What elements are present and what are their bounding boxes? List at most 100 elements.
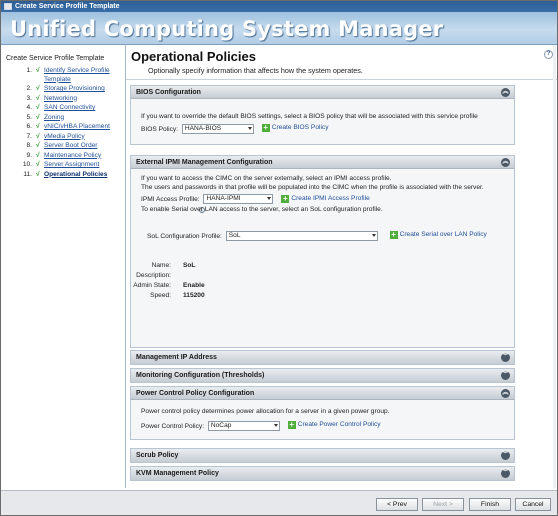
add-icon: + bbox=[261, 123, 270, 133]
step-number: 11. bbox=[23, 170, 32, 178]
bios-policy-row: BIOS Policy: HANA-BIOS + Create BIOS Poli… bbox=[141, 123, 504, 135]
step-number: 7. bbox=[26, 132, 33, 140]
step-link[interactable]: vNIC/vHBA Placement bbox=[44, 123, 110, 130]
bios-description: If you want to override the default BIOS… bbox=[141, 113, 478, 120]
power-policy-label: Power Control Policy: bbox=[141, 422, 205, 430]
power-control-panel-body: Power control policy determines power al… bbox=[131, 400, 514, 439]
step-link[interactable]: Operational Policies bbox=[44, 171, 107, 178]
step-link[interactable]: Zoning bbox=[44, 114, 64, 121]
wizard-step-placement[interactable]: 6. √ vNIC/vHBA Placement bbox=[6, 123, 125, 132]
help-icon[interactable]: ? bbox=[544, 50, 553, 59]
power-policy-select[interactable]: NoCap bbox=[207, 420, 280, 431]
page-subtitle: Optionally specify information that affe… bbox=[148, 66, 363, 75]
ipmi-description-2: The users and passwords in that profile … bbox=[141, 183, 484, 191]
ipmi-panel: External IPMI Management Configuration ︽… bbox=[130, 155, 515, 348]
create-bios-policy-link[interactable]: + Create BIOS Policy bbox=[261, 123, 329, 133]
prev-button[interactable]: < Prev bbox=[376, 498, 418, 511]
wizard-step-operational-policies[interactable]: 11. √ Operational Policies bbox=[6, 171, 125, 180]
dropdown-arrow-icon bbox=[267, 197, 272, 201]
expand-icon[interactable]: ︾ bbox=[501, 371, 510, 380]
ipmi-profile-select[interactable]: HANA-IPMI bbox=[203, 194, 274, 205]
power-policy-row: Power Control Policy: NoCap + Create Powe… bbox=[141, 420, 504, 432]
create-power-policy-link[interactable]: + Create Power Control Policy bbox=[287, 421, 381, 430]
window-title: Create Service Profile Template bbox=[15, 3, 120, 10]
app-title: Unified Computing System Manager bbox=[10, 17, 444, 41]
bios-policy-value: HANA-BIOS bbox=[184, 124, 222, 132]
step-link[interactable]: SAN Connectivity bbox=[44, 104, 95, 111]
create-sol-policy-link[interactable]: + Create Serial over LAN Policy bbox=[389, 231, 487, 240]
wizard-step-zoning[interactable]: 5. √ Zoning bbox=[6, 114, 125, 123]
management-ip-panel: Management IP Address ︾ bbox=[130, 350, 515, 365]
wizard-step-san[interactable]: 4. √ SAN Connectivity bbox=[6, 104, 125, 113]
bios-policy-label: BIOS Policy: bbox=[141, 125, 179, 133]
step-link[interactable]: Maintenance Policy bbox=[44, 152, 101, 159]
wizard-step-maintenance[interactable]: 9. √ Maintenance Policy bbox=[6, 152, 125, 161]
expand-icon[interactable]: ︾ bbox=[501, 469, 510, 478]
check-icon: √ bbox=[36, 151, 40, 159]
collapse-icon[interactable]: ︽ bbox=[501, 389, 510, 398]
ipmi-profile-row: IPMI Access Profile: HANA-IPMI + Create I… bbox=[141, 194, 504, 205]
next-button[interactable]: Next > bbox=[422, 498, 464, 511]
sol-profile-value: SoL bbox=[228, 231, 241, 239]
wizard-step-storage[interactable]: 2. √ Storage Provisioning bbox=[6, 85, 125, 94]
kvm-policy-panel-header[interactable]: KVM Management Policy ︾ bbox=[131, 467, 514, 480]
wizard-step-server-assignment[interactable]: 10. √ Server Assignment bbox=[6, 161, 125, 170]
bios-policy-select[interactable]: HANA-BIOS bbox=[181, 123, 254, 134]
create-ipmi-profile-link[interactable]: + Create IPMI Access Profile bbox=[281, 194, 370, 204]
step-link[interactable]: vMedia Policy bbox=[44, 133, 85, 140]
panel-title: KVM Management Policy bbox=[136, 470, 219, 477]
scrub-policy-panel-header[interactable]: Scrub Policy ︾ bbox=[131, 449, 514, 462]
step-number: 8. bbox=[26, 142, 33, 149]
sol-profile-select[interactable]: SoL bbox=[225, 230, 378, 241]
expand-icon[interactable]: ︾ bbox=[501, 353, 510, 362]
sol-name-value: SoL bbox=[183, 261, 196, 269]
power-control-panel: Power Control Policy Configuration ︽ Pow… bbox=[130, 386, 515, 440]
finish-button[interactable]: Finish bbox=[469, 498, 511, 511]
collapse-icon[interactable]: ︽ bbox=[501, 158, 510, 167]
check-icon: √ bbox=[36, 170, 40, 178]
expand-icon[interactable]: ︾ bbox=[501, 451, 510, 460]
step-link[interactable]: Server Boot Order bbox=[44, 142, 98, 149]
management-ip-panel-header[interactable]: Management IP Address ︾ bbox=[131, 351, 514, 364]
sol-admin-state-label: Admin State: bbox=[133, 281, 171, 289]
step-link[interactable]: Server Assignment bbox=[44, 161, 99, 168]
step-link[interactable]: Networking bbox=[44, 95, 77, 102]
monitoring-panel-header[interactable]: Monitoring Configuration (Thresholds) ︾ bbox=[131, 369, 514, 382]
wizard-footer: < Prev Next > Finish Cancel bbox=[1, 490, 557, 515]
dialog-window: Create Service Profile Template Unified … bbox=[0, 0, 558, 516]
wizard-step-networking[interactable]: 3. √ Networking bbox=[6, 95, 125, 104]
create-bios-policy-label: Create BIOS Policy bbox=[271, 124, 329, 132]
step-number: 9. bbox=[26, 151, 33, 159]
cancel-button[interactable]: Cancel bbox=[515, 498, 551, 511]
bios-panel-header[interactable]: BIOS Configuration ︽ bbox=[131, 86, 514, 99]
panel-title: Management IP Address bbox=[136, 354, 217, 361]
step-number: 1. bbox=[26, 67, 33, 74]
wizard-step-identify[interactable]: 1. √ Identify Service Profile Template bbox=[6, 67, 125, 84]
kvm-policy-panel: KVM Management Policy ︾ bbox=[130, 466, 515, 481]
scrub-policy-panel: Scrub Policy ︾ bbox=[130, 448, 515, 463]
create-ipmi-profile-label: Create IPMI Access Profile bbox=[291, 194, 370, 202]
wizard-step-boot-order[interactable]: 8. √ Server Boot Order bbox=[6, 142, 125, 151]
step-link[interactable]: Identify Service Profile Template bbox=[44, 67, 110, 83]
panel-title: External IPMI Management Configuration bbox=[136, 159, 273, 166]
sol-profile-row: SoL Configuration Profile: SoL + Create S… bbox=[141, 230, 504, 242]
collapse-icon[interactable]: ︽ bbox=[501, 88, 510, 97]
title-bar: Create Service Profile Template bbox=[1, 1, 557, 12]
create-sol-policy-label: Create Serial over LAN Policy bbox=[399, 231, 487, 239]
ipmi-panel-body: If you want to access the CIMC on the se… bbox=[131, 169, 514, 309]
power-control-panel-header[interactable]: Power Control Policy Configuration ︽ bbox=[131, 387, 514, 400]
scrollbar-track[interactable] bbox=[553, 45, 556, 488]
panel-title: BIOS Configuration bbox=[136, 89, 201, 96]
dropdown-arrow-icon bbox=[273, 423, 278, 427]
page-title: Operational Policies bbox=[131, 49, 256, 64]
sol-profile-label: SoL Configuration Profile: bbox=[147, 232, 222, 240]
sol-description-label: Description: bbox=[136, 271, 171, 279]
sol-speed-value: 115200 bbox=[183, 291, 205, 299]
check-icon: √ bbox=[36, 161, 40, 168]
step-link[interactable]: Storage Provisioning bbox=[44, 85, 105, 92]
sol-admin-state-value: Enable bbox=[183, 281, 205, 289]
check-icon: √ bbox=[36, 142, 40, 149]
page-header: Operational Policies Optionally specify … bbox=[126, 45, 557, 80]
ipmi-panel-header[interactable]: External IPMI Management Configuration ︽ bbox=[131, 156, 514, 169]
wizard-step-vmedia[interactable]: 7. √ vMedia Policy bbox=[6, 133, 125, 142]
